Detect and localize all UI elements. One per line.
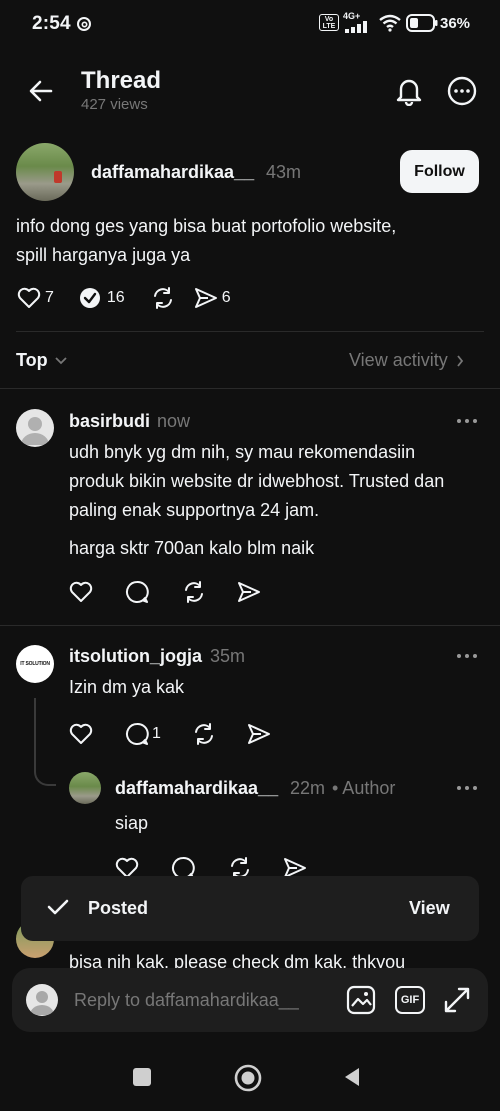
comment-username[interactable]: itsolution_jogja [69, 646, 202, 667]
wifi-icon [378, 14, 402, 32]
battery-percent: 36% [440, 15, 471, 32]
comment-time: 35m [210, 646, 246, 666]
comment-actions: 1 [69, 722, 271, 746]
reply-input[interactable]: Reply to daffamahardikaa__ [74, 990, 299, 1011]
more-options-icon[interactable] [447, 76, 477, 106]
heart-icon[interactable] [69, 723, 93, 745]
comment-text: Izin dm ya kak [69, 677, 185, 697]
comment-text: bisa nih kak, please check dm kak, thkyo… [69, 952, 406, 970]
reply-count: 1 [152, 725, 161, 742]
post-text-line: spill harganya juga ya [16, 245, 191, 265]
share-icon[interactable] [194, 287, 218, 309]
post-text-line: info dong ges yang bisa buat portofolio … [16, 216, 397, 236]
post-author-username[interactable]: daffamahardikaa__ [91, 162, 254, 183]
network-type: 4G+ [343, 11, 361, 21]
share-icon[interactable] [237, 581, 261, 603]
follow-button[interactable]: Follow [400, 150, 479, 193]
volte-indicator: Vo LTE [319, 14, 339, 31]
divider [16, 331, 484, 332]
home-icon[interactable] [234, 1064, 262, 1092]
threads-logo-icon [76, 16, 92, 32]
comment-text-line: paling enak supportnya 24 jam. [69, 500, 320, 520]
share-icon[interactable] [247, 723, 271, 745]
battery-icon [406, 14, 438, 32]
comment-time: 22m [290, 778, 326, 798]
status-time: 2:54 [32, 13, 71, 34]
comment-text: siap [115, 813, 149, 833]
divider [0, 625, 500, 626]
expand-icon[interactable] [442, 985, 472, 1015]
status-bar: 2:54 Vo LTE 4G+ 36% [0, 0, 500, 50]
chevron-right-icon [456, 354, 464, 368]
comment-username[interactable]: daffamahardikaa__ [115, 778, 278, 799]
repost-icon[interactable] [150, 286, 176, 310]
comment-actions [69, 580, 261, 604]
comment-username[interactable]: basirbudi [69, 411, 150, 432]
comment-text-line: harga sktr 700an kalo blm naik [69, 538, 315, 558]
more-horizontal-icon[interactable] [456, 785, 478, 791]
avatar[interactable] [69, 772, 101, 804]
back-arrow-icon[interactable] [28, 78, 54, 104]
comment-text-line: produk bikin website dr idwebhost. Trust… [69, 471, 445, 491]
posted-toast: Posted View [21, 876, 479, 941]
comment-text: udh bnyk yg dm nih, sy mau rekomendasiin… [69, 438, 444, 563]
comment-icon[interactable] [125, 722, 149, 746]
heart-icon[interactable] [69, 581, 93, 603]
avatar-logo-text: IT SOLUTION [20, 661, 50, 667]
comment-time: now [157, 411, 191, 431]
comment-text-line: udh bnyk yg dm nih, sy mau rekomendasiin [69, 442, 416, 462]
more-horizontal-icon[interactable] [456, 653, 478, 659]
signal-icon [345, 21, 373, 33]
avatar[interactable] [16, 409, 54, 447]
image-gallery-icon[interactable] [346, 985, 376, 1015]
toast-label: Posted [88, 898, 149, 918]
repost-icon[interactable] [181, 580, 207, 604]
system-nav-bar [0, 1040, 500, 1111]
chevron-down-icon [54, 356, 68, 366]
avatar [26, 984, 58, 1016]
gif-button[interactable]: GIF [395, 986, 425, 1014]
bell-icon[interactable] [395, 76, 423, 106]
sort-dropdown[interactable]: Top [16, 350, 68, 371]
author-badge: • Author [332, 778, 396, 798]
sort-label: Top [16, 350, 48, 370]
share-count: 6 [221, 289, 231, 306]
view-count: 427 views [81, 96, 148, 113]
reply-bubble-filled-icon[interactable] [79, 287, 101, 309]
reply-bar: Reply to daffamahardikaa__ GIF [12, 968, 488, 1032]
like-count: 7 [45, 289, 54, 306]
post-author-avatar[interactable] [16, 143, 74, 201]
checkmark-icon [47, 898, 69, 916]
post-actions: 7 16 6 [17, 286, 231, 310]
recents-icon[interactable] [133, 1068, 151, 1086]
divider [0, 388, 500, 389]
heart-icon[interactable] [17, 287, 41, 309]
view-activity-label: View activity [349, 350, 448, 370]
thread-connector-line [34, 698, 56, 786]
page-title: Thread [81, 67, 162, 94]
back-nav-icon[interactable] [343, 1067, 361, 1087]
avatar[interactable]: IT SOLUTION [16, 645, 54, 683]
view-activity-link[interactable]: View activity [349, 350, 464, 371]
toast-view-button[interactable]: View [409, 898, 450, 919]
post-text: info dong ges yang bisa buat portofolio … [16, 212, 396, 270]
comment-icon[interactable] [125, 580, 149, 604]
more-horizontal-icon[interactable] [456, 418, 478, 424]
repost-icon[interactable] [191, 722, 217, 746]
post-time: 43m [266, 162, 302, 182]
reply-count: 16 [106, 289, 125, 306]
